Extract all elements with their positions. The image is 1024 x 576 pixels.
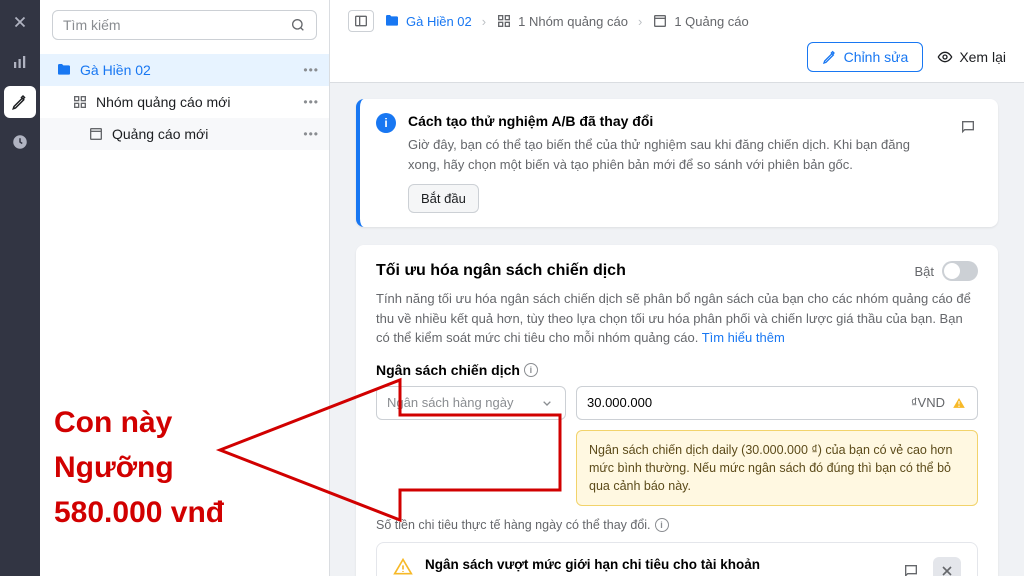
info-text: Giờ đây, bạn có thể tạo biến thể của thử… <box>408 135 942 174</box>
budget-section: Tối ưu hóa ngân sách chiến dịch Bật Tính… <box>356 245 998 576</box>
budget-warning-box: Ngân sách chiến dịch daily (30.000.000 ₫… <box>576 430 978 506</box>
more-icon[interactable]: ••• <box>303 95 319 109</box>
budget-amount-field[interactable] <box>587 395 911 410</box>
budget-hint: Số tiền chi tiêu thực tế hàng ngày có th… <box>376 518 978 532</box>
budget-type-select[interactable]: Ngân sách hàng ngày <box>376 386 566 420</box>
review-button[interactable]: Xem lại <box>937 49 1006 65</box>
chevron-right-icon: › <box>482 14 486 29</box>
breadcrumb-campaign[interactable]: Gà Hiền 02 <box>384 13 472 29</box>
pencil-icon <box>822 49 838 65</box>
edit-button[interactable]: Chỉnh sửa <box>807 42 924 72</box>
ad-icon <box>88 126 104 142</box>
toggle-label: Bật <box>914 264 934 279</box>
chart-icon[interactable] <box>4 46 36 78</box>
eye-icon <box>937 49 953 65</box>
content: i Cách tạo thử nghiệm A/B đã thay đổi Gi… <box>330 83 1024 576</box>
sidebar-toggle-icon[interactable] <box>348 10 374 32</box>
chevron-right-icon: › <box>638 14 642 29</box>
folder-icon <box>384 13 400 29</box>
info-icon: i <box>376 113 396 133</box>
feedback-icon[interactable] <box>954 113 982 141</box>
info-dot-icon[interactable]: i <box>655 518 669 532</box>
folder-icon <box>56 62 72 78</box>
chevron-down-icon <box>539 395 555 411</box>
breadcrumb-adset[interactable]: 1 Nhóm quảng cáo <box>496 13 628 29</box>
section-title: Tối ưu hóa ngân sách chiến dịch <box>376 262 626 280</box>
tree-ad-label: Quảng cáo mới <box>112 126 208 142</box>
more-icon[interactable]: ••• <box>303 63 319 77</box>
section-desc: Tính năng tối ưu hóa ngân sách chiến dịc… <box>376 289 978 348</box>
info-dot-icon[interactable]: i <box>524 363 538 377</box>
warning-icon <box>951 395 967 411</box>
info-card: i Cách tạo thử nghiệm A/B đã thay đổi Gi… <box>356 99 998 227</box>
tree-adset-label: Nhóm quảng cáo mới <box>96 94 230 110</box>
feedback-icon[interactable] <box>897 557 925 576</box>
field-label: Ngân sách chiến dịch i <box>376 362 978 378</box>
main: Gà Hiền 02 › 1 Nhóm quảng cáo › 1 Quảng … <box>330 0 1024 576</box>
search-input[interactable] <box>63 17 282 33</box>
tree: Gà Hiền 02 ••• Nhóm quảng cáo mới ••• Qu… <box>40 50 329 154</box>
grid-icon <box>72 94 88 110</box>
budget-amount-input[interactable]: ₫ VND <box>576 386 978 420</box>
learn-more-link[interactable]: Tìm hiểu thêm <box>702 330 785 345</box>
tree-campaign[interactable]: Gà Hiền 02 ••• <box>40 54 329 86</box>
search-box[interactable] <box>52 10 317 40</box>
breadcrumb: Gà Hiền 02 › 1 Nhóm quảng cáo › 1 Quảng … <box>348 10 1006 32</box>
currency-label: VND <box>918 395 945 410</box>
tree-ad[interactable]: Quảng cáo mới ••• <box>40 118 329 150</box>
ad-icon <box>652 13 668 29</box>
tree-campaign-label: Gà Hiền 02 <box>80 62 151 78</box>
limit-card: Ngân sách vượt mức giới hạn chi tiêu cho… <box>376 542 978 576</box>
warning-icon <box>393 557 413 576</box>
budget-toggle[interactable] <box>942 261 978 281</box>
clock-icon[interactable] <box>4 126 36 158</box>
breadcrumb-ad[interactable]: 1 Quảng cáo <box>652 13 748 29</box>
tree-adset[interactable]: Nhóm quảng cáo mới ••• <box>40 86 329 118</box>
left-rail <box>0 0 40 576</box>
close-card-button[interactable] <box>933 557 961 576</box>
info-title: Cách tạo thử nghiệm A/B đã thay đổi <box>408 113 942 129</box>
start-button[interactable]: Bắt đầu <box>408 184 479 213</box>
grid-icon <box>496 13 512 29</box>
sidebar: Gà Hiền 02 ••• Nhóm quảng cáo mới ••• Qu… <box>40 0 330 576</box>
more-icon[interactable]: ••• <box>303 127 319 141</box>
close-icon[interactable] <box>4 6 36 38</box>
topbar: Gà Hiền 02 › 1 Nhóm quảng cáo › 1 Quảng … <box>330 0 1024 83</box>
pencil-icon[interactable] <box>4 86 36 118</box>
search-icon <box>290 17 306 33</box>
limit-title: Ngân sách vượt mức giới hạn chi tiêu cho… <box>425 557 885 572</box>
